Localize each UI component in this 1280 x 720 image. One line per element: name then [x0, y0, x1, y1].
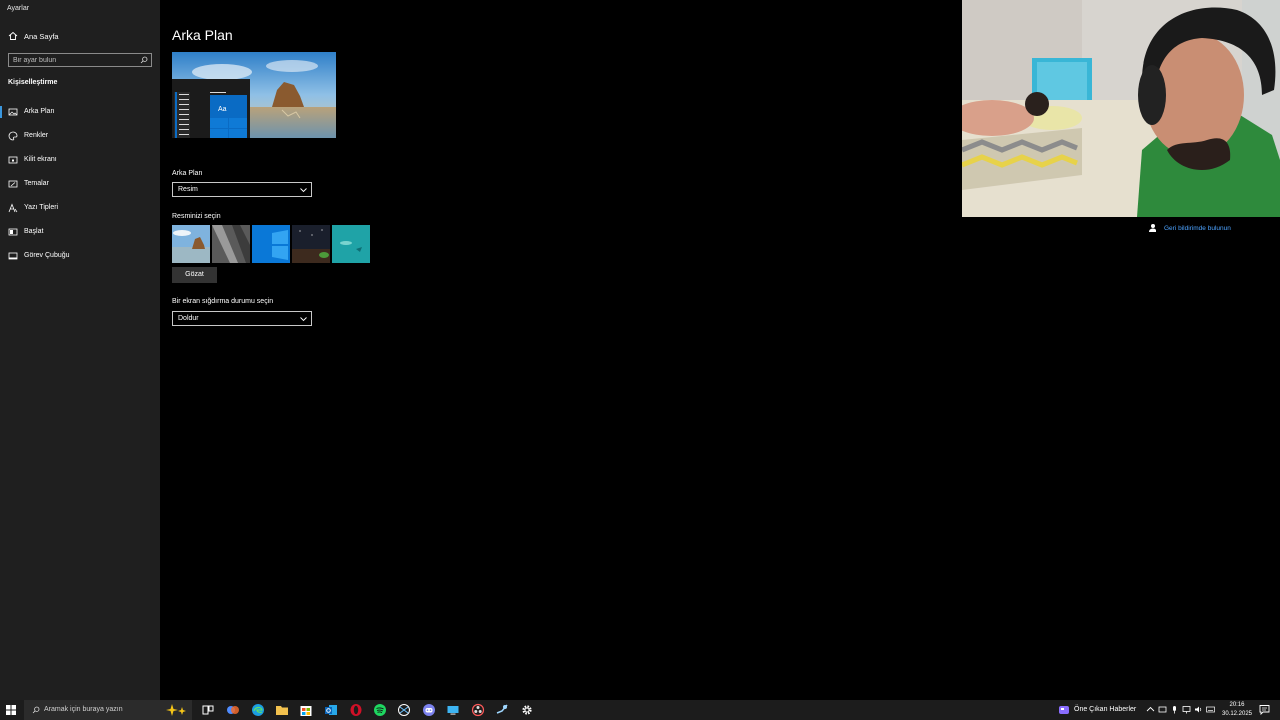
background-preview: Aa — [172, 52, 336, 138]
feedback-label: Geri bildirimde bulunun — [1164, 225, 1231, 232]
background-type-dropdown[interactable]: Resim — [172, 182, 312, 197]
settings-search[interactable] — [8, 53, 152, 67]
feedback-icon — [1149, 224, 1156, 232]
clock-time: 20:16 — [1229, 702, 1245, 708]
brush-icon — [8, 180, 18, 188]
network-icon[interactable] — [1182, 705, 1191, 714]
palette-icon — [8, 131, 18, 141]
wallpaper-thumb-5[interactable] — [332, 225, 370, 263]
chevron-down-icon — [300, 188, 307, 193]
windows-start-icon[interactable] — [6, 705, 16, 715]
device-icon[interactable] — [1158, 705, 1167, 714]
fit-dropdown[interactable]: Doldur — [172, 311, 312, 326]
vpn-icon[interactable] — [397, 703, 411, 717]
wallpaper-thumb-2[interactable] — [212, 225, 250, 263]
background-type-value: Resim — [178, 186, 198, 193]
background-label: Arka Plan — [172, 170, 203, 177]
wallpaper-thumb-1[interactable] — [172, 225, 210, 263]
search-highlight-icon[interactable] — [164, 703, 188, 717]
chevron-down-icon — [300, 317, 307, 322]
fit-label: Bir ekran sığdırma durumu seçin — [172, 298, 274, 305]
sidebar: Ayarlar Ana Sayfa Kişiselleştirme Arka P… — [0, 0, 160, 700]
font-icon — [8, 203, 18, 213]
clock-date: 30.12.2025 — [1221, 711, 1253, 717]
opera-icon[interactable] — [349, 703, 363, 717]
preview-tile-text: Aa — [218, 106, 227, 113]
spotify-icon[interactable] — [373, 703, 387, 717]
store-icon[interactable] — [299, 703, 313, 717]
wallpaper-thumb-4[interactable] — [292, 225, 330, 263]
taskbar: Aramak için buraya yazın Öne Çıkan Haber… — [0, 700, 1280, 720]
sidebar-item-themes[interactable]: Temalar — [0, 176, 160, 192]
browse-button[interactable]: Gözat — [172, 267, 217, 283]
outlook-icon[interactable] — [324, 703, 338, 717]
sidebar-item-taskbar[interactable]: Görev Çubuğu — [0, 248, 160, 264]
sidebar-item-label: Kilit ekranı — [24, 156, 57, 163]
sidebar-item-label: Temalar — [24, 180, 49, 187]
clock[interactable]: 20:16 30.12.2025 — [1219, 701, 1255, 719]
steam-icon[interactable] — [495, 703, 509, 717]
chevron-up-icon[interactable] — [1146, 705, 1155, 714]
sidebar-item-label: Yazı Tipleri — [24, 204, 59, 211]
search-icon[interactable] — [140, 56, 148, 64]
sidebar-item-start[interactable]: Başlat — [0, 224, 160, 240]
picture-icon — [8, 108, 18, 116]
task-view-icon[interactable] — [201, 703, 215, 717]
sidebar-item-label: Görev Çubuğu — [24, 252, 70, 259]
choose-picture-label: Resminizi seçin — [172, 213, 221, 220]
start-icon — [8, 228, 18, 236]
edge-icon[interactable] — [251, 703, 265, 717]
taskbar-icon — [8, 252, 18, 260]
sidebar-item-label: Başlat — [24, 228, 44, 235]
fit-value: Doldur — [178, 315, 199, 322]
webcam-overlay — [962, 0, 1280, 217]
webcam-image — [962, 0, 1280, 217]
volume-icon[interactable] — [1194, 705, 1203, 714]
wallpaper-thumb-3[interactable] — [252, 225, 290, 263]
taskbar-search-placeholder: Aramak için buraya yazın — [44, 706, 123, 713]
home-icon — [8, 31, 18, 40]
microphone-icon[interactable] — [1170, 705, 1179, 714]
section-title: Kişiselleştirme — [8, 79, 58, 86]
lock-screen-icon — [8, 156, 18, 164]
sidebar-item-fonts[interactable]: Yazı Tipleri — [0, 200, 160, 216]
obs-icon[interactable] — [471, 703, 485, 717]
notification-icon[interactable] — [1259, 704, 1270, 715]
settings-icon[interactable] — [520, 703, 534, 717]
keyboard-icon[interactable] — [1206, 705, 1215, 714]
app-title: Ayarlar — [7, 5, 30, 12]
sidebar-item-label: Arka Plan — [24, 108, 55, 115]
preview-wallpaper: Aa — [172, 52, 336, 138]
page-title: Arka Plan — [172, 27, 233, 43]
sidebar-item-background[interactable]: Arka Plan — [0, 104, 160, 120]
settings-search-input[interactable] — [13, 55, 133, 65]
news-icon — [1059, 706, 1069, 714]
news-label: Öne Çıkan Haberler — [1074, 706, 1137, 713]
home-label: Ana Sayfa — [24, 32, 59, 41]
sidebar-item-label: Renkler — [24, 132, 49, 139]
copilot-icon[interactable] — [226, 703, 240, 717]
sidebar-item-lock-screen[interactable]: Kilit ekranı — [0, 152, 160, 168]
file-explorer-icon[interactable] — [275, 703, 289, 717]
search-icon — [32, 706, 40, 714]
home-link[interactable]: Ana Sayfa — [0, 29, 160, 44]
sidebar-item-colors[interactable]: Renkler — [0, 128, 160, 144]
discord-icon[interactable] — [422, 703, 436, 717]
taskbar-search[interactable]: Aramak için buraya yazın — [24, 700, 192, 720]
desktop-app-icon[interactable] — [446, 703, 460, 717]
